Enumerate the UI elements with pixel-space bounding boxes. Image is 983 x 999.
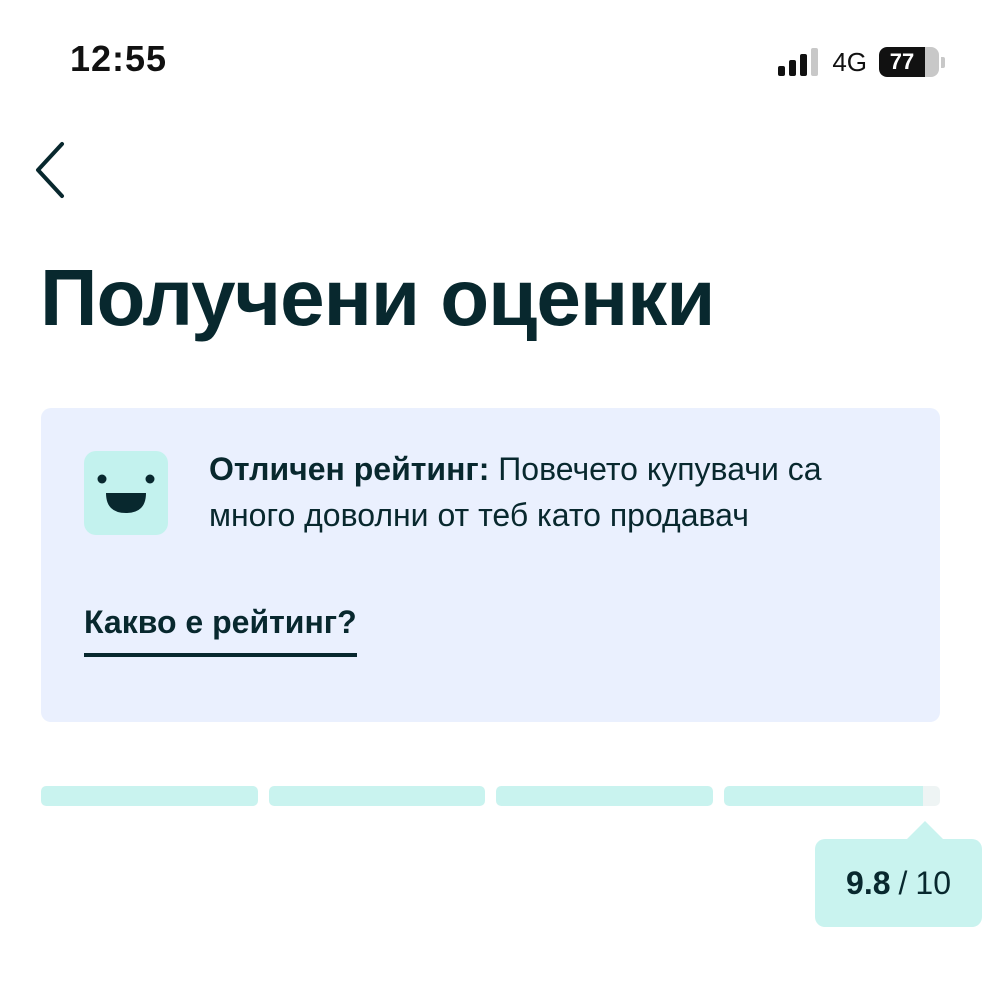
rating-segment bbox=[268, 786, 485, 806]
rating-segment-fill bbox=[723, 786, 923, 806]
score-separator: / bbox=[898, 864, 908, 901]
rating-progress-bar bbox=[41, 786, 940, 806]
rating-label: Отличен рейтинг: bbox=[209, 451, 490, 487]
rating-segment-fill bbox=[496, 786, 713, 806]
rating-segment bbox=[723, 786, 940, 806]
chevron-left-icon bbox=[26, 136, 82, 204]
rating-segment bbox=[496, 786, 713, 806]
smiley-face-icon bbox=[84, 451, 168, 535]
screen: 12:55 4G 77 Получени оценки Отличен рейт… bbox=[0, 0, 983, 999]
score-max: 10 bbox=[915, 864, 951, 901]
page-title: Получени оценки bbox=[40, 253, 715, 342]
score-value: 9.8 bbox=[846, 864, 891, 901]
what-is-rating-link[interactable]: Какво е рейтинг? bbox=[84, 604, 357, 657]
cellular-signal-icon bbox=[778, 46, 820, 78]
battery-icon: 77 bbox=[879, 47, 945, 77]
status-time: 12:55 bbox=[70, 38, 168, 79]
back-button[interactable] bbox=[26, 136, 82, 204]
rating-segment bbox=[41, 786, 258, 806]
rating-segment-fill bbox=[41, 786, 258, 806]
rating-info-card: Отличен рейтинг: Повечето купувачи са мн… bbox=[41, 408, 940, 722]
rating-segment-fill bbox=[268, 786, 485, 806]
score-bubble: 9.8 / 10 bbox=[815, 821, 982, 927]
rating-description: Отличен рейтинг: Повечето купувачи са мн… bbox=[209, 446, 909, 538]
network-type: 4G bbox=[832, 46, 867, 77]
battery-level: 77 bbox=[889, 49, 915, 74]
status-indicators: 4G 77 bbox=[778, 44, 945, 80]
